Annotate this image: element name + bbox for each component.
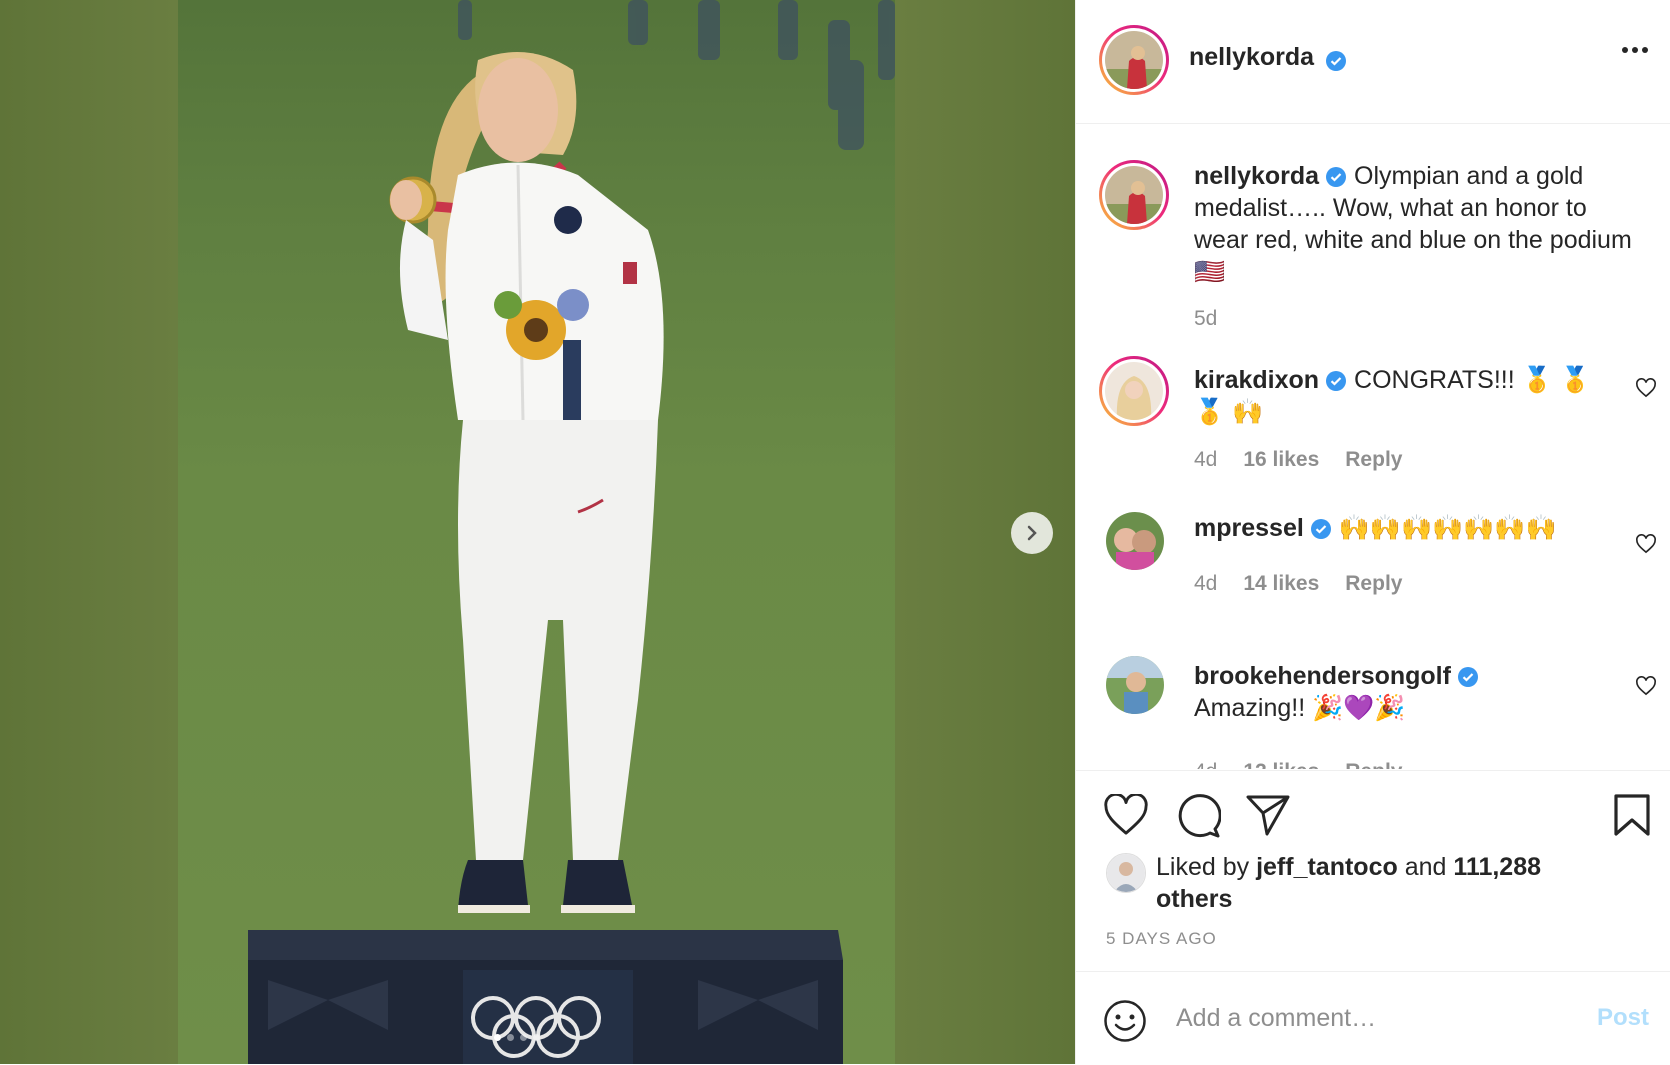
author-avatar-image bbox=[1105, 31, 1163, 89]
verified-badge-icon bbox=[1326, 167, 1347, 188]
comment-time: 4d bbox=[1194, 448, 1218, 471]
comment-username[interactable]: kirakdixon bbox=[1194, 366, 1319, 394]
comments-list[interactable]: nellykorda Olympian and a gold medalist…… bbox=[1076, 124, 1670, 769]
add-comment-bar: Add a comment… Post bbox=[1076, 971, 1670, 1065]
carousel-dots bbox=[494, 1034, 540, 1041]
comment-text: mpressel 🙌🙌🙌🙌🙌🙌🙌 bbox=[1194, 512, 1614, 544]
liked-by-prefix: Liked by bbox=[1156, 853, 1250, 881]
commenter-avatar-image bbox=[1106, 656, 1164, 714]
verified-badge-icon bbox=[1326, 371, 1347, 392]
comment-username[interactable]: mpressel bbox=[1194, 514, 1304, 542]
media-blur-left bbox=[0, 0, 178, 1064]
comment-body: 🙌🙌🙌🙌🙌🙌🙌 bbox=[1338, 514, 1557, 542]
commenter-avatar[interactable] bbox=[1099, 356, 1169, 426]
liked-by-text: Liked by jeff_tantoco and 111,288 others bbox=[1156, 851, 1556, 915]
comment-text: kirakdixon CONGRATS!!! 🥇 🥇 🥇 🙌 bbox=[1194, 364, 1614, 428]
emoji-picker-icon[interactable] bbox=[1103, 999, 1147, 1043]
podium-photo-illustration bbox=[248, 0, 895, 1064]
comment-bubble-icon[interactable] bbox=[1175, 793, 1221, 839]
commenter-avatar-image bbox=[1105, 362, 1163, 420]
carousel-dot bbox=[520, 1034, 527, 1041]
like-heart-icon[interactable] bbox=[1103, 794, 1149, 836]
comment-time: 4d bbox=[1194, 760, 1217, 769]
comment-like-heart-icon[interactable] bbox=[1635, 534, 1657, 554]
comment-username[interactable]: brookehendersongolf bbox=[1194, 662, 1451, 690]
liker-avatar-image bbox=[1107, 854, 1145, 892]
comment-body: Amazing!! 🎉💜🎉 bbox=[1194, 694, 1406, 722]
post-comment-button[interactable]: Post bbox=[1597, 1004, 1649, 1032]
caption-avatar-image bbox=[1105, 166, 1163, 224]
caption-avatar[interactable] bbox=[1099, 160, 1169, 230]
comment-meta: 4d 14 likes Reply bbox=[1194, 572, 1402, 596]
chevron-right-icon bbox=[1027, 525, 1037, 541]
comment-reply-button[interactable]: Reply bbox=[1345, 448, 1402, 472]
post-actions: Liked by jeff_tantoco and 111,288 others… bbox=[1076, 770, 1670, 971]
comment-likes[interactable]: 16 likes bbox=[1243, 448, 1319, 472]
comment-meta: 4d 12 likes Reply bbox=[1194, 760, 1402, 769]
comment-time: 4d bbox=[1194, 572, 1218, 595]
commenter-avatar[interactable] bbox=[1106, 656, 1164, 714]
carousel-dot-active bbox=[494, 1034, 501, 1041]
carousel-dot bbox=[533, 1034, 540, 1041]
post-media bbox=[0, 0, 1075, 1064]
commenter-avatar-image bbox=[1106, 512, 1164, 570]
liked-by-user[interactable]: jeff_tantoco bbox=[1256, 853, 1398, 881]
next-photo-button[interactable] bbox=[1011, 512, 1053, 554]
caption-username[interactable]: nellykorda bbox=[1194, 162, 1319, 190]
caption-text: nellykorda Olympian and a gold medalist…… bbox=[1194, 160, 1634, 288]
header-username[interactable]: nellykorda bbox=[1189, 43, 1314, 71]
share-direct-icon[interactable] bbox=[1245, 793, 1291, 837]
verified-badge-icon bbox=[1310, 519, 1331, 540]
post-panel: nellykorda nellykorda Olympian and a gol… bbox=[1075, 0, 1670, 1064]
comment-reply-button[interactable]: Reply bbox=[1345, 572, 1402, 596]
more-options-icon[interactable] bbox=[1621, 46, 1649, 54]
verified-badge-icon bbox=[1325, 50, 1346, 71]
verified-badge-icon bbox=[1457, 667, 1478, 688]
commenter-avatar[interactable] bbox=[1106, 512, 1164, 570]
post-date[interactable]: 5 DAYS AGO bbox=[1106, 929, 1217, 949]
carousel-dot bbox=[507, 1034, 514, 1041]
comment-input[interactable]: Add a comment… bbox=[1176, 1004, 1376, 1033]
comment-likes[interactable]: 12 likes bbox=[1243, 760, 1319, 769]
comment-like-heart-icon[interactable] bbox=[1635, 676, 1657, 696]
liker-avatar[interactable] bbox=[1106, 853, 1146, 893]
comment-text: brookehendersongolf Amazing!! 🎉💜🎉 bbox=[1194, 660, 1614, 724]
caption-meta: 5d bbox=[1194, 307, 1217, 331]
author-avatar[interactable] bbox=[1099, 25, 1169, 95]
comment-reply-button[interactable]: Reply bbox=[1345, 760, 1402, 769]
save-bookmark-icon[interactable] bbox=[1613, 793, 1651, 837]
post-header: nellykorda bbox=[1076, 0, 1670, 124]
comment-like-heart-icon[interactable] bbox=[1635, 378, 1657, 398]
comment-meta: 4d 16 likes Reply bbox=[1194, 448, 1402, 472]
header-user: nellykorda bbox=[1189, 43, 1347, 72]
caption-time: 5d bbox=[1194, 307, 1218, 330]
post-photo[interactable] bbox=[178, 0, 895, 1064]
liked-by-joiner: and bbox=[1404, 853, 1447, 881]
comment-likes[interactable]: 14 likes bbox=[1243, 572, 1319, 596]
